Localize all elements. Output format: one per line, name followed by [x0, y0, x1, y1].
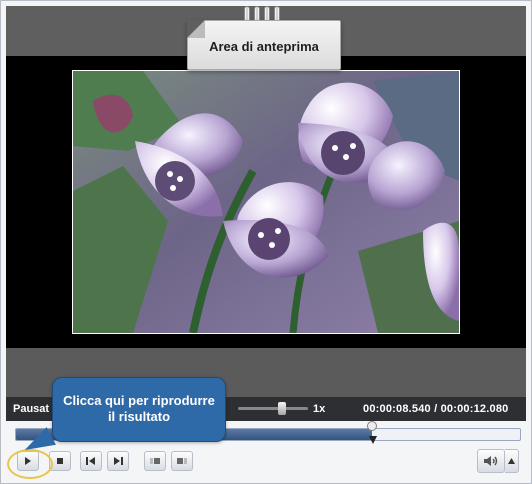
speed-label: 1x: [313, 403, 326, 415]
playhead-marker: [369, 436, 377, 444]
flower-preview-image: [73, 71, 459, 333]
next-frame-icon: [114, 457, 123, 465]
next-frame-button[interactable]: [107, 451, 129, 471]
previous-frame-button[interactable]: [80, 451, 102, 471]
preview-window: Pausat 1x 00:00:08.540 / 00:00:12.080 Cl…: [0, 0, 532, 484]
split-left-icon: [150, 458, 160, 464]
speed-slider-track[interactable]: [238, 407, 308, 410]
time-readout: 00:00:08.540 / 00:00:12.080: [363, 403, 509, 415]
volume-button[interactable]: [477, 449, 505, 473]
volume-menu-button[interactable]: [505, 449, 519, 473]
playback-controls: [1, 447, 531, 477]
split-left-button[interactable]: [144, 451, 166, 471]
playhead-handle[interactable]: [367, 421, 377, 431]
stop-icon: [57, 458, 63, 464]
video-preview-area: [6, 56, 526, 348]
note-title: Area di anteprima: [209, 39, 319, 54]
preview-area-note: Area di anteprima: [187, 20, 341, 70]
note-fold: [187, 20, 205, 38]
previous-frame-icon: [86, 457, 95, 465]
chevron-up-icon: [508, 458, 515, 464]
play-instruction-tooltip: Clicca qui per riprodurre il risultato: [52, 377, 226, 442]
playback-state-label: Pausat: [13, 403, 50, 415]
tooltip-line-2: il risultato: [107, 409, 171, 424]
split-right-icon: [177, 458, 187, 464]
speed-slider-thumb[interactable]: [278, 402, 286, 415]
speaker-icon: [484, 456, 498, 466]
split-right-button[interactable]: [171, 451, 193, 471]
video-frame: [72, 70, 460, 334]
tooltip-line-1: Clicca qui per riprodurre: [63, 393, 215, 408]
